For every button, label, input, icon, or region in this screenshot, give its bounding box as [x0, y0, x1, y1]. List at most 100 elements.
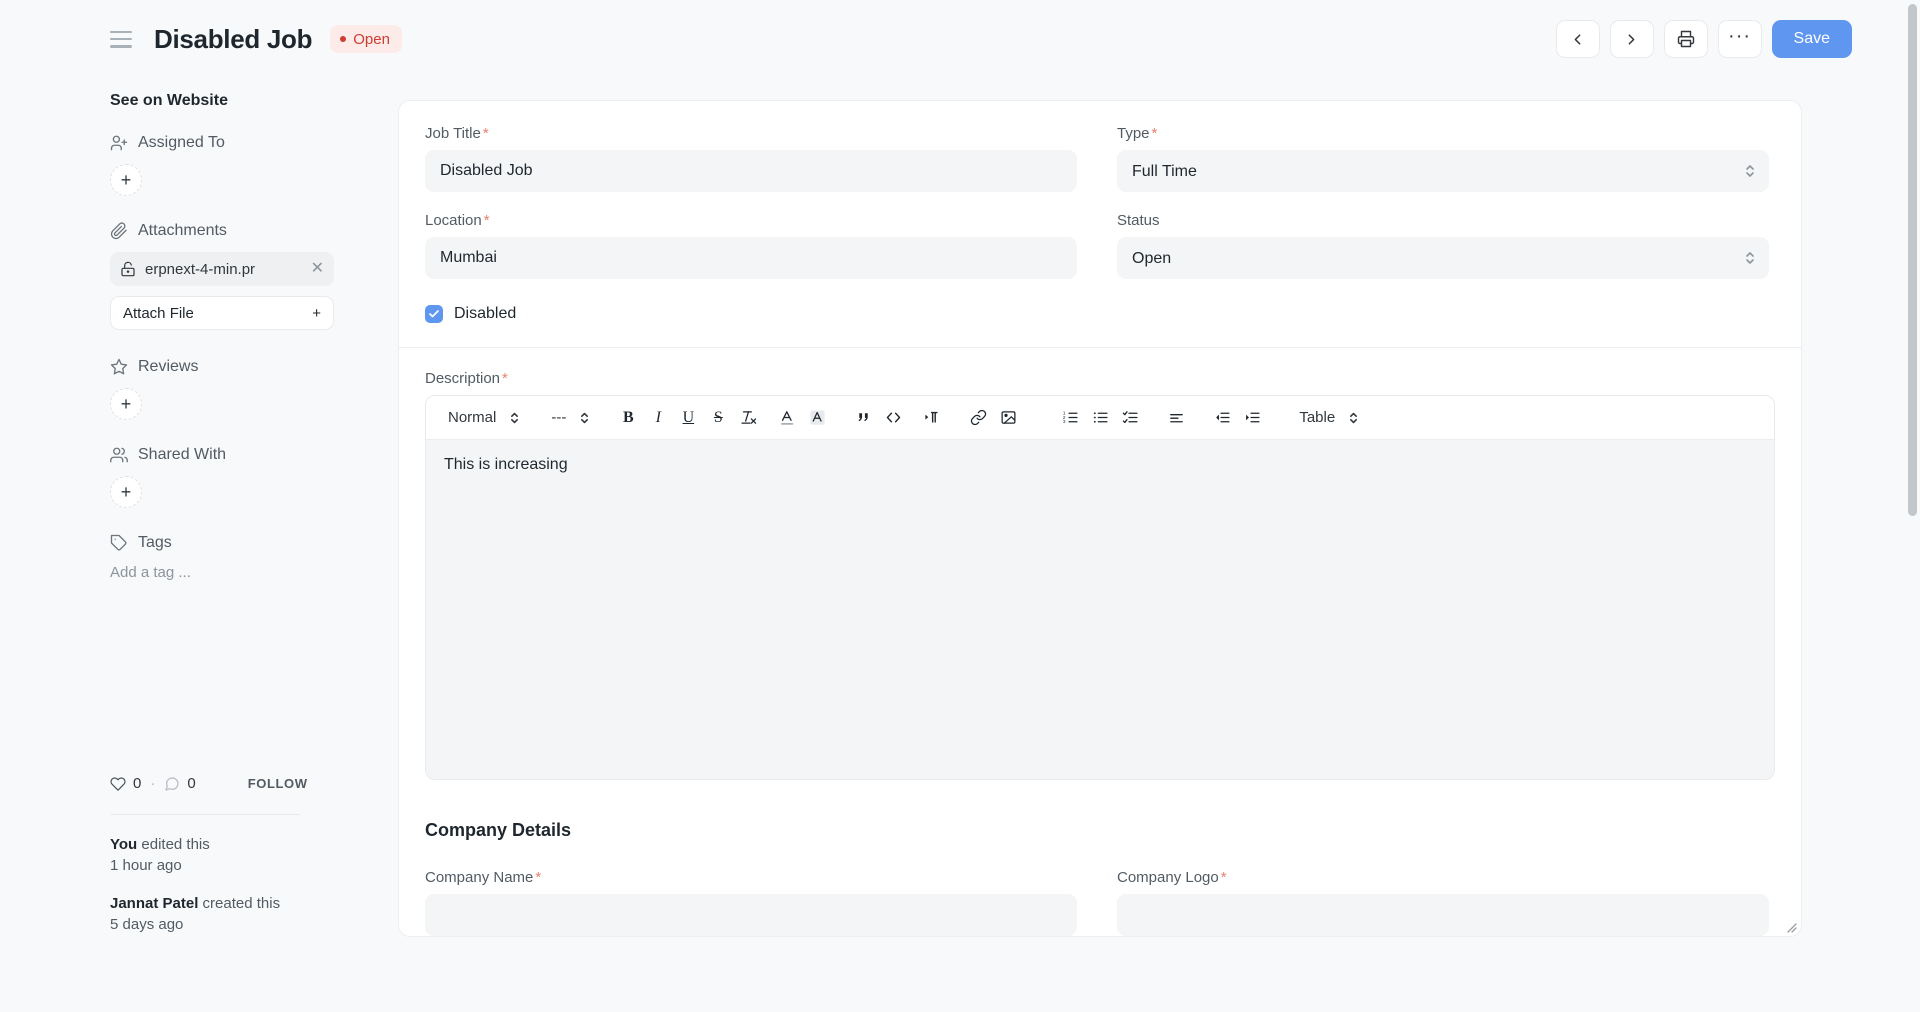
company-name-field: Company Name *: [425, 869, 1077, 936]
location-input[interactable]: [425, 237, 1077, 279]
chevron-right-icon: [1628, 33, 1635, 45]
company-logo-input[interactable]: [1117, 894, 1769, 936]
italic-button[interactable]: I: [643, 403, 673, 433]
add-tag-input[interactable]: Add a tag ...: [110, 564, 400, 581]
follow-button[interactable]: FOLLOW: [248, 776, 308, 791]
code-button[interactable]: [878, 403, 908, 433]
align-button[interactable]: [1161, 403, 1191, 433]
print-button[interactable]: [1663, 20, 1708, 58]
chevron-updown-icon: [1350, 412, 1358, 423]
outdent-button[interactable]: [1207, 403, 1237, 433]
hamburger-line: [110, 45, 132, 48]
clear-format-button[interactable]: [733, 403, 763, 433]
table-dropdown[interactable]: Table: [1291, 403, 1366, 433]
tags-header: Tags: [110, 534, 400, 552]
hamburger-line: [110, 30, 132, 33]
attach-file-button[interactable]: Attach File +: [110, 296, 334, 330]
disabled-checkbox[interactable]: [425, 305, 443, 323]
activity-action: created this: [198, 895, 281, 913]
shared-with-header: Shared With: [110, 446, 400, 464]
reviews-label: Reviews: [138, 358, 199, 375]
strikethrough-button[interactable]: S: [703, 403, 733, 433]
form-fields-top: Job Title* Location* Type* Full Time: [399, 101, 1801, 323]
paragraph-style-dropdown[interactable]: Normal: [440, 403, 527, 433]
company-logo-label: Company Logo *: [1117, 869, 1769, 886]
company-grid: Company Name * Company Logo *: [425, 869, 1775, 936]
user-plus-icon: [110, 135, 128, 151]
bold-button[interactable]: B: [613, 403, 643, 433]
sidebar-meta: 0 · 0 FOLLOW You edited this 1 hour ago …: [110, 775, 334, 954]
chevron-left-icon: [1574, 33, 1581, 45]
top-bar: Disabled Job Open ··· Save: [0, 0, 1920, 78]
description-label-text: Description: [425, 370, 501, 387]
heart-icon[interactable]: [110, 776, 126, 792]
sidebar: See on Website Assigned To + Attachments…: [0, 78, 400, 1012]
users-icon: [110, 447, 128, 463]
type-label: Type *: [1117, 125, 1769, 142]
assigned-to-label: Assigned To: [138, 134, 225, 151]
bullet-list-button[interactable]: [1085, 403, 1115, 433]
editor-toolbar: Normal --- B I U S 1 2 3 Table: [426, 396, 1774, 440]
ordered-list-button[interactable]: 123: [1055, 403, 1085, 433]
status-select-wrap: Open: [1117, 237, 1769, 279]
save-button[interactable]: Save: [1771, 20, 1852, 58]
description-editor-body[interactable]: This is increasing: [426, 440, 1774, 779]
attach-file-label: Attach File: [123, 304, 194, 322]
shared-with-section: Shared With +: [110, 446, 400, 508]
scrollbar-thumb[interactable]: [1908, 4, 1917, 516]
engagement-row: 0 · 0 FOLLOW: [110, 775, 334, 792]
activity-actor: Jannat Patel: [110, 895, 199, 913]
section-divider: [399, 347, 1801, 348]
assigned-to-section: Assigned To +: [110, 134, 400, 196]
add-assignee-button[interactable]: +: [110, 164, 142, 196]
highlight-button[interactable]: [802, 403, 832, 433]
text-direction-button[interactable]: [917, 403, 947, 433]
status-badge-label: Open: [353, 30, 390, 48]
attachment-file-name: erpnext-4-min.pr: [145, 260, 256, 278]
tag-icon: [110, 534, 127, 551]
blockquote-button[interactable]: [848, 403, 878, 433]
checklist-button[interactable]: [1115, 403, 1145, 433]
underline-button[interactable]: U: [673, 403, 703, 433]
type-select[interactable]: Full Time: [1117, 150, 1769, 192]
hamburger-icon[interactable]: [110, 30, 132, 48]
remove-attachment-button[interactable]: ✕: [311, 261, 324, 277]
ordered-list-icon: 123: [1063, 411, 1078, 425]
outdent-icon: [1215, 412, 1230, 423]
page-scrollbar[interactable]: [1906, 0, 1920, 1012]
prev-button[interactable]: [1555, 20, 1600, 58]
indent-button[interactable]: [1237, 403, 1267, 433]
description-label: Description *: [425, 370, 1775, 387]
description-section: Description * Normal --- B I U S 1 2 3 T…: [399, 370, 1801, 933]
company-logo-label-text: Company Logo: [1117, 869, 1219, 886]
attachments-section: Attachments erpnext-4-min.pr ✕ Attach Fi…: [110, 222, 400, 330]
comment-icon[interactable]: [164, 776, 180, 792]
shared-with-label: Shared With: [138, 446, 227, 463]
attachment-item[interactable]: erpnext-4-min.pr ✕: [110, 252, 334, 286]
bold-label: B: [623, 408, 634, 426]
font-dropdown[interactable]: ---: [543, 403, 597, 433]
add-shared-user-button[interactable]: +: [110, 476, 142, 508]
job-title-label: Job Title *: [425, 125, 1077, 142]
company-details-section: Company Details Company Name * Company Lo…: [399, 780, 1801, 936]
company-name-input[interactable]: [425, 894, 1077, 936]
see-on-website-link[interactable]: See on Website: [110, 92, 228, 110]
table-dropdown-label: Table: [1299, 409, 1336, 426]
status-select[interactable]: Open: [1117, 237, 1769, 279]
reviews-header: Reviews: [110, 358, 400, 376]
next-button[interactable]: [1609, 20, 1654, 58]
link-icon: [970, 409, 987, 426]
required-asterisk: *: [1220, 869, 1227, 886]
more-options-button[interactable]: ···: [1717, 20, 1762, 58]
job-title-input[interactable]: [425, 150, 1077, 192]
required-asterisk: *: [483, 212, 490, 229]
link-button[interactable]: [963, 403, 993, 433]
font-dropdown-value: ---: [551, 409, 567, 426]
image-button[interactable]: [993, 403, 1023, 433]
status-badge[interactable]: Open: [330, 25, 402, 53]
indent-icon: [1245, 412, 1260, 423]
disabled-checkbox-row[interactable]: Disabled: [425, 305, 1775, 323]
add-review-button[interactable]: +: [110, 388, 142, 420]
form-grid: Job Title* Location* Type* Full Time: [425, 125, 1775, 299]
text-color-button[interactable]: [772, 403, 802, 433]
